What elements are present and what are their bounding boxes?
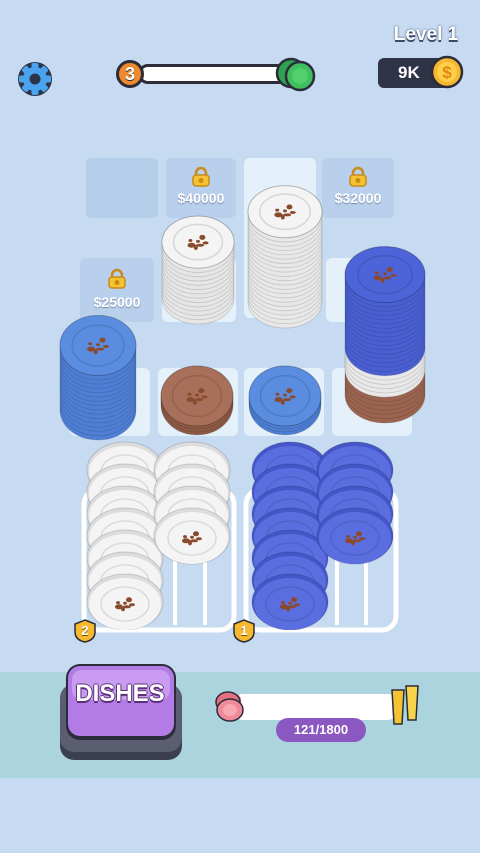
- rack-number-label: 1: [240, 623, 248, 638]
- yellow-cups-icon: [391, 685, 419, 725]
- rack-1-number: 1: [233, 619, 255, 643]
- bottom-background: [0, 778, 480, 853]
- dishes-button[interactable]: [58, 662, 184, 762]
- rack-number-label: 2: [81, 623, 89, 638]
- pink-plates-icon: [215, 691, 244, 722]
- plate-stack[interactable]: [248, 365, 322, 436]
- dish-progress-count: 121/1800: [276, 718, 366, 742]
- plate-stack[interactable]: [160, 365, 234, 436]
- dish-progress-bar: [230, 694, 400, 720]
- plate-stack[interactable]: [161, 215, 235, 325]
- rack-2-plates[interactable]: [86, 441, 231, 630]
- plate-stack[interactable]: [247, 185, 323, 329]
- plate-stack[interactable]: [59, 315, 137, 441]
- rack-1-plates[interactable]: [251, 441, 394, 630]
- rack-plates-layer: [86, 441, 394, 630]
- dishes-button-label: DISHES: [75, 680, 165, 707]
- rack-2-number: 2: [74, 619, 96, 643]
- plate-stack[interactable]: [344, 246, 426, 424]
